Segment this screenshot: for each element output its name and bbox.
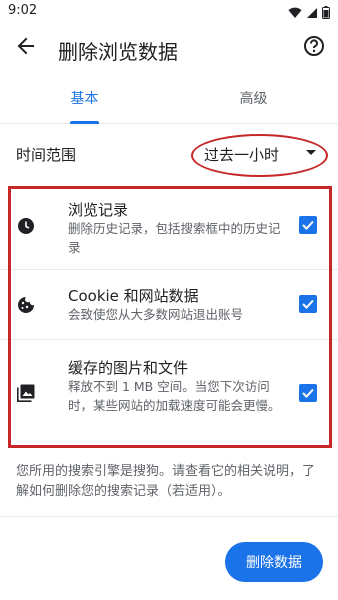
annotation-ellipse — [191, 134, 328, 177]
status-icons — [288, 4, 330, 23]
status-bar: 9:02 — [0, 0, 338, 24]
back-button[interactable] — [12, 34, 40, 62]
tab-indicator — [70, 121, 99, 124]
divider — [0, 516, 338, 517]
tab-bar: 基本 高级 — [0, 84, 338, 124]
status-time: 9:02 — [8, 3, 38, 18]
arrow-back-icon — [16, 36, 36, 60]
app-bar: 删除浏览数据 — [0, 24, 338, 74]
search-engine-note: 您所用的搜索引擎是搜狗。请查看它的相关说明，了解如何删除您的搜索记录（若适用）。 — [16, 464, 316, 499]
help-button[interactable] — [300, 34, 328, 62]
signal-icon — [306, 4, 318, 23]
tab-advanced[interactable]: 高级 — [169, 84, 338, 124]
wifi-icon — [288, 4, 302, 23]
battery-icon — [322, 4, 330, 23]
tab-basic[interactable]: 基本 — [0, 84, 169, 124]
annotation-rectangle — [8, 186, 332, 448]
page-title: 删除浏览数据 — [58, 40, 178, 64]
clear-data-button[interactable]: 删除数据 — [225, 542, 323, 582]
help-icon — [303, 35, 325, 61]
clear-data-label: 删除数据 — [246, 555, 302, 571]
tab-advanced-label: 高级 — [239, 91, 268, 107]
time-range-label: 时间范围 — [16, 146, 77, 164]
tab-basic-label: 基本 — [70, 91, 99, 107]
